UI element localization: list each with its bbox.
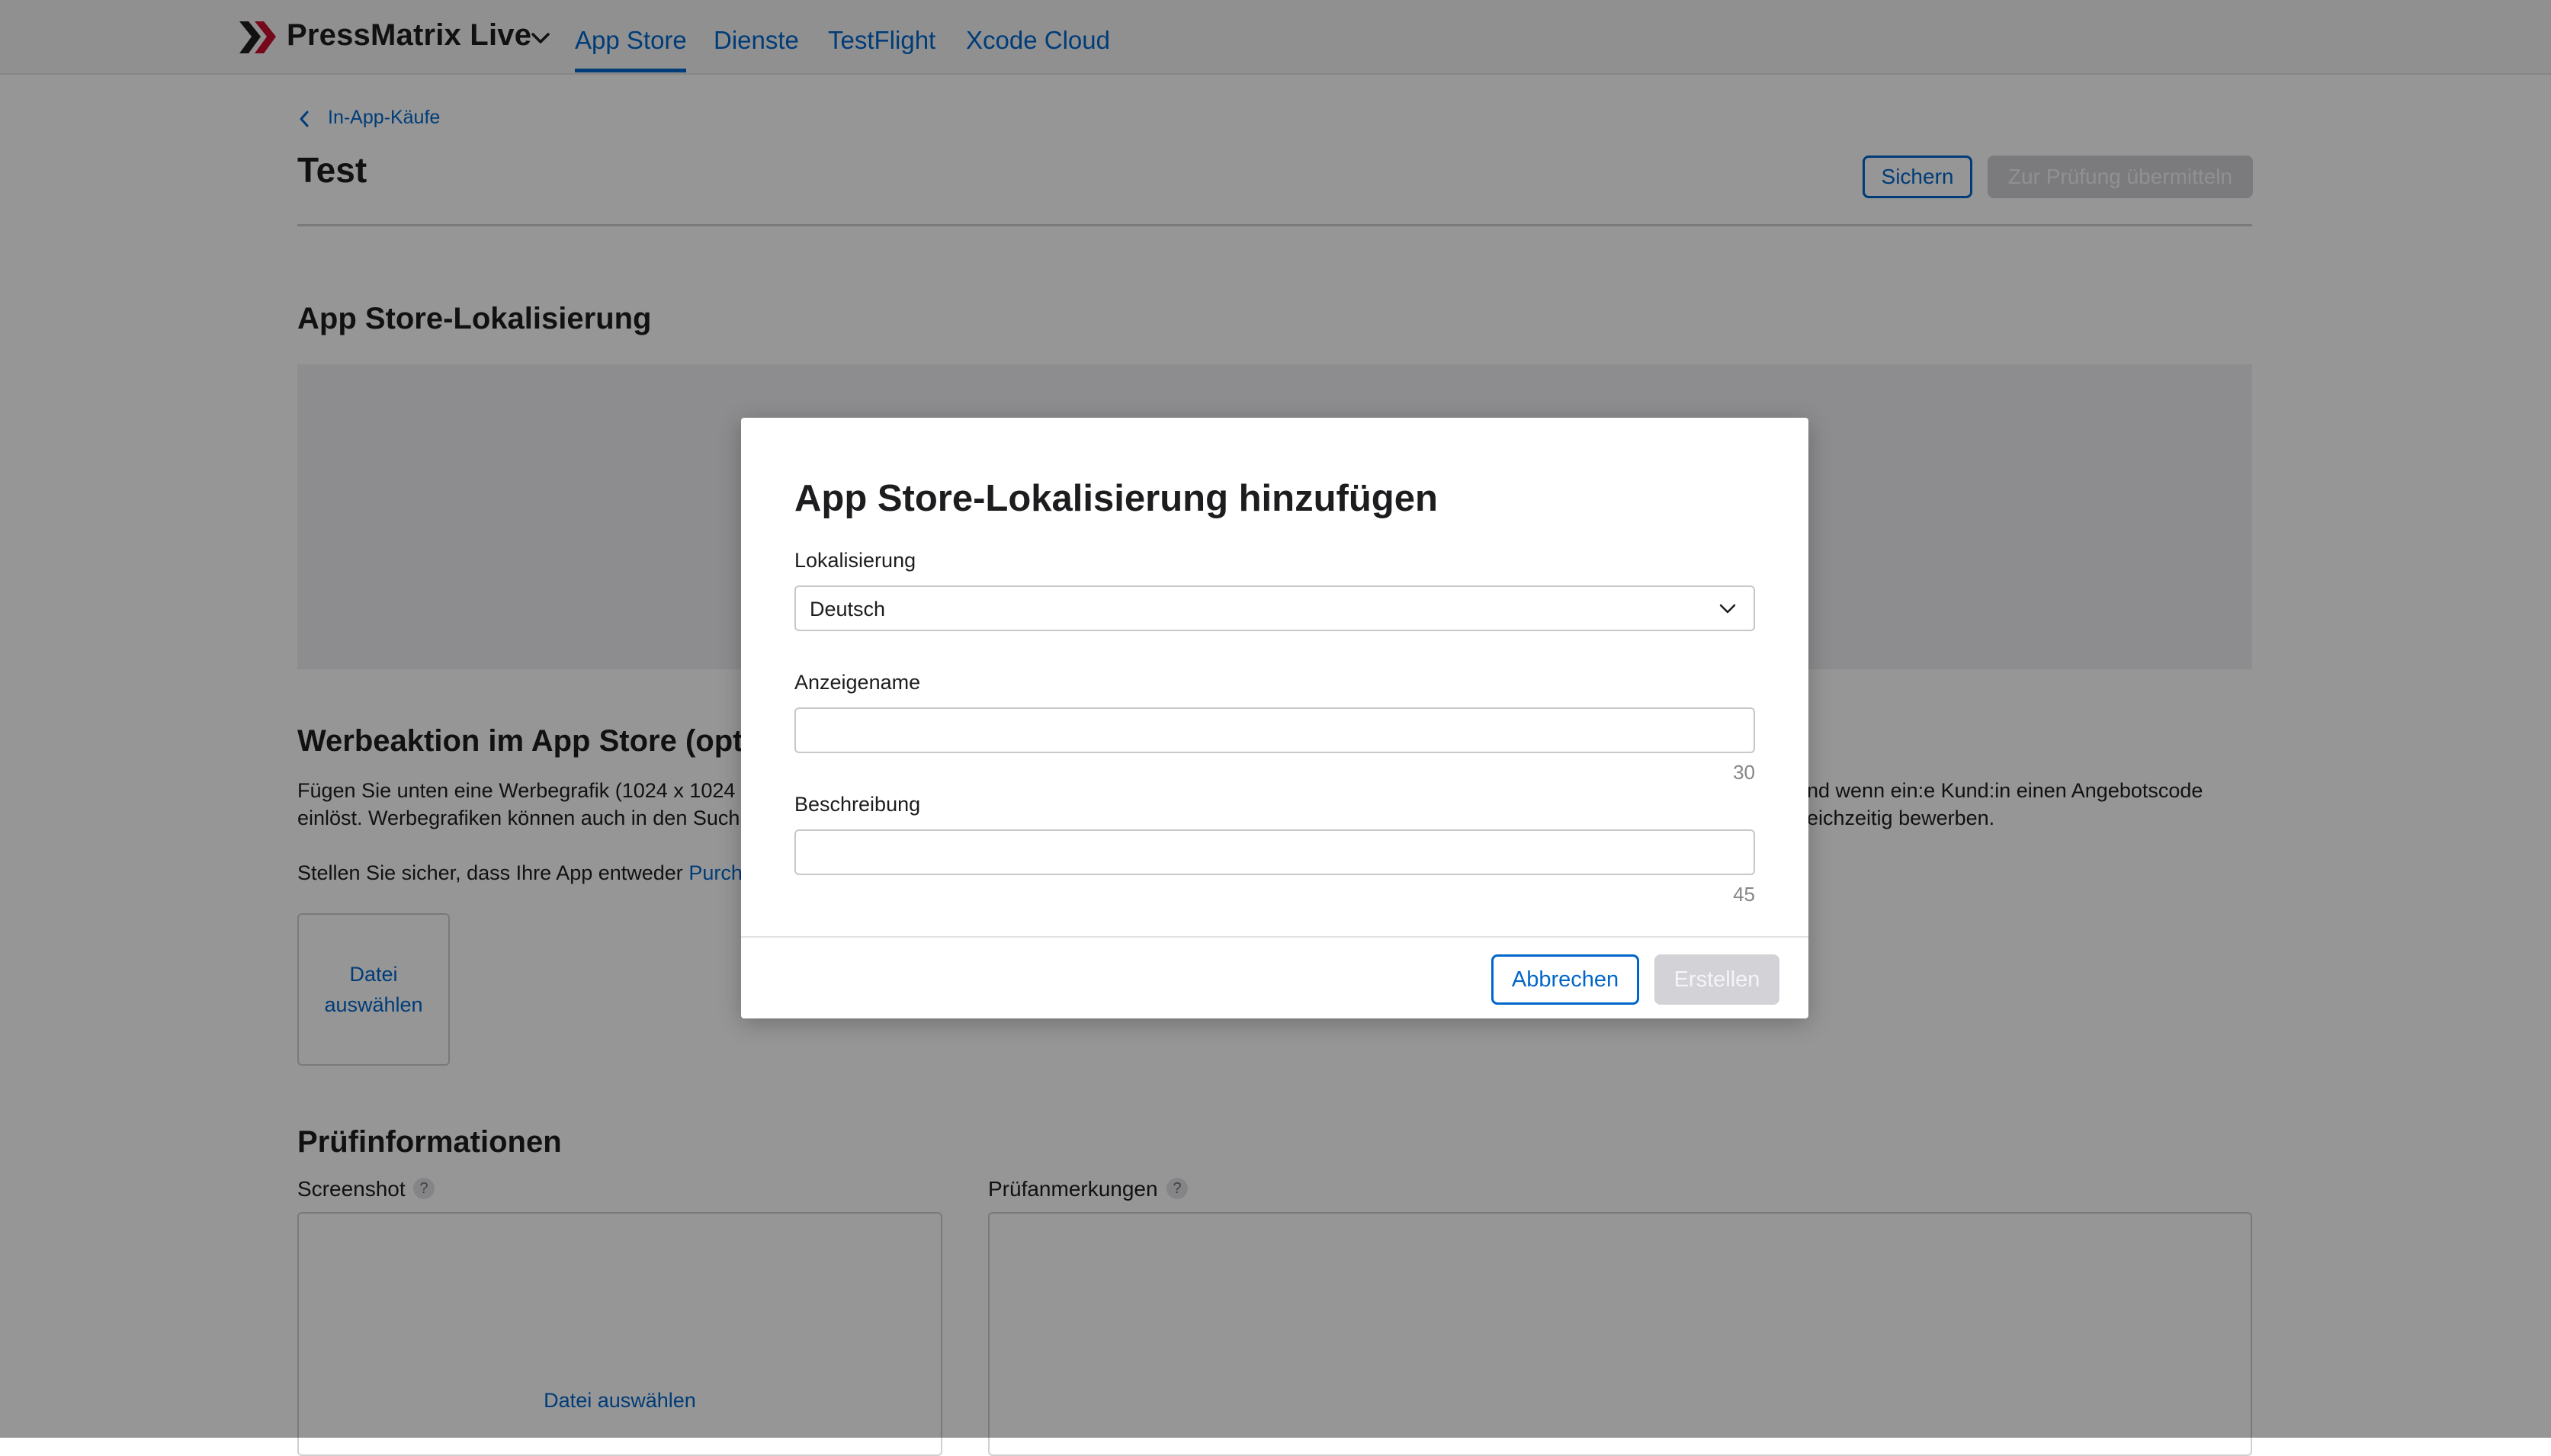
add-localization-dialog: App Store-Lokalisierung hinzufügen Lokal… [741,418,1808,1018]
locale-select-value: Deutsch [810,598,886,621]
locale-select[interactable]: Deutsch [794,585,1755,631]
dialog-footer-divider [741,936,1808,938]
create-button[interactable]: Erstellen [1654,954,1779,1005]
cancel-button[interactable]: Abbrechen [1491,954,1639,1005]
description-label: Beschreibung [794,793,921,816]
description-input[interactable] [794,829,1755,875]
locale-label: Lokalisierung [794,549,916,572]
display-name-input[interactable] [794,707,1755,753]
display-name-counter: 30 [1733,761,1755,784]
display-name-label: Anzeigename [794,671,921,694]
description-counter: 45 [1733,883,1755,906]
dialog-title: App Store-Lokalisierung hinzufügen [794,478,1438,519]
chevron-down-icon [1719,604,1736,614]
